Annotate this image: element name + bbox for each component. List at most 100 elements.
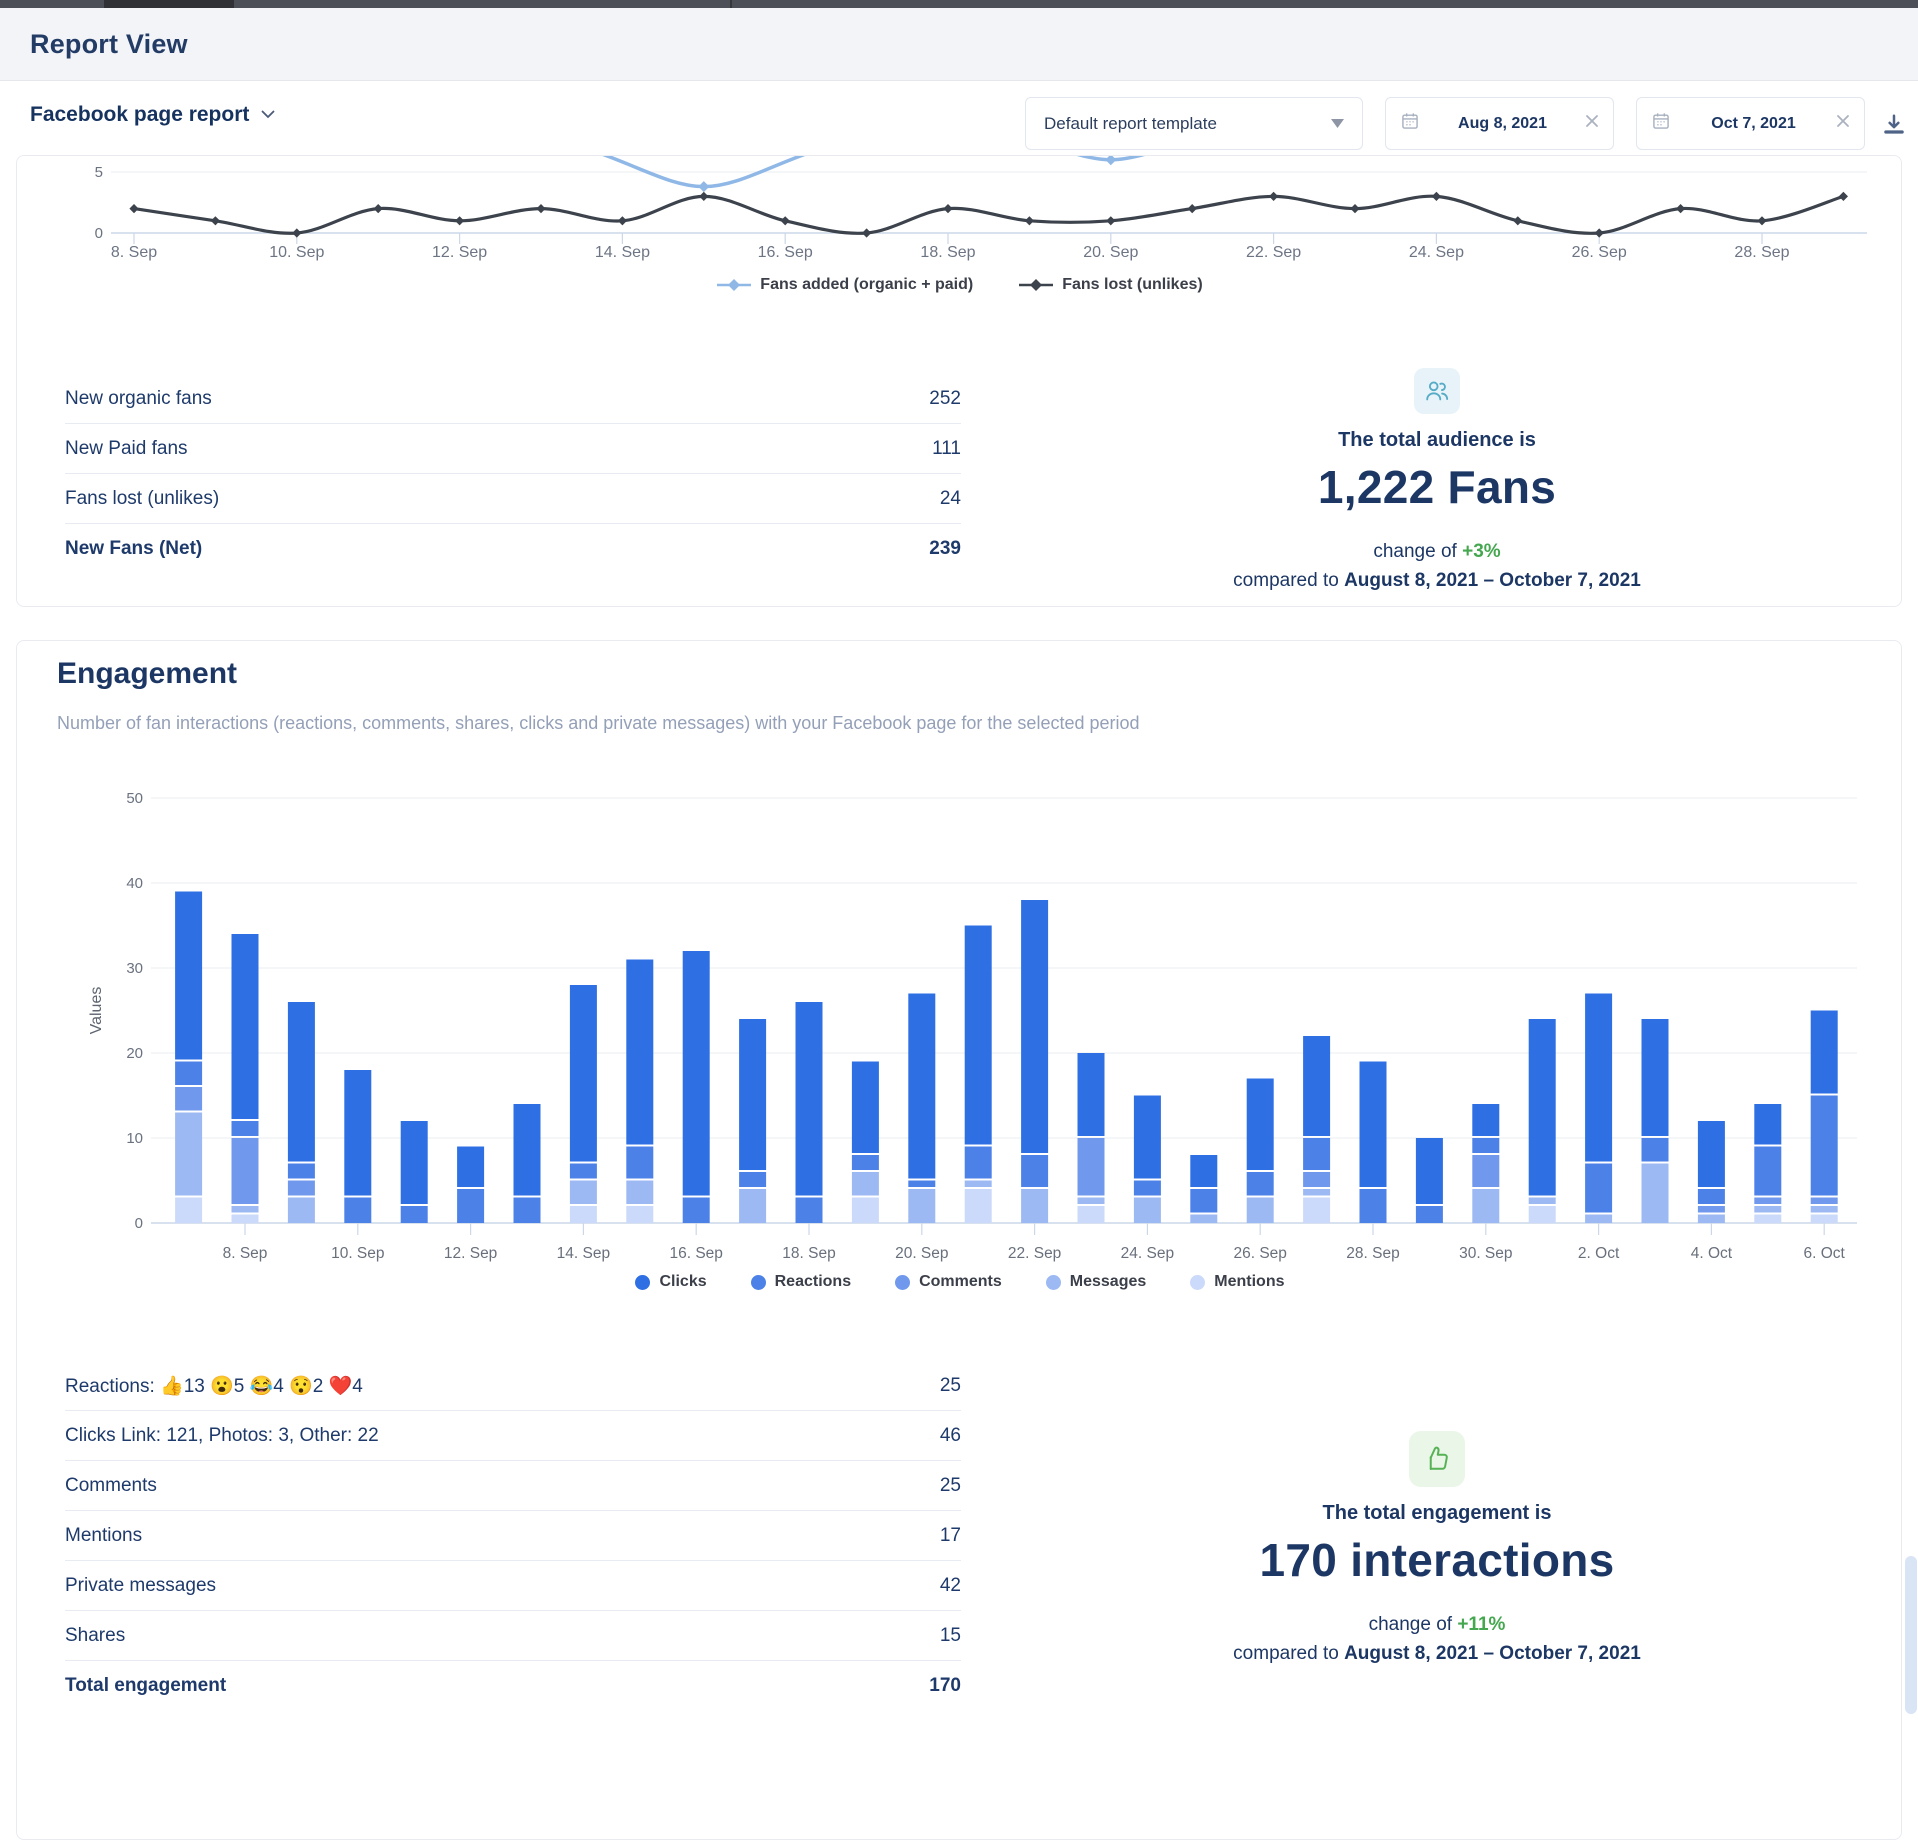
bar-segment-mentions xyxy=(1754,1215,1781,1224)
table-row: Total engagement 170 xyxy=(65,1661,961,1710)
date-to-value: Oct 7, 2021 xyxy=(1711,115,1796,133)
svg-text:0: 0 xyxy=(95,225,103,242)
report-name-dropdown[interactable]: Facebook page report xyxy=(30,103,275,127)
bar-segment-clicks xyxy=(1472,1104,1499,1136)
download-button[interactable] xyxy=(1878,109,1910,141)
bar-segment-messages xyxy=(175,1113,202,1196)
bar-segment-mentions xyxy=(852,1198,879,1224)
chevron-down-icon xyxy=(261,106,275,124)
audience-change: change of +3% xyxy=(1157,541,1717,563)
table-row: Fans lost (unlikes)24 xyxy=(65,474,961,524)
table-row: New Paid fans111 xyxy=(65,424,961,474)
engagement-change-percent: +11% xyxy=(1457,1614,1505,1635)
engagement-summary: The total engagement is 170 interactions… xyxy=(1157,1431,1717,1665)
line-marker-icon xyxy=(717,278,751,292)
engagement-compared: compared to August 8, 2021 – October 7, … xyxy=(1157,1643,1717,1665)
date-to-input[interactable]: Oct 7, 2021 xyxy=(1636,97,1865,150)
data-point-marker xyxy=(129,204,138,213)
svg-text:22. Sep: 22. Sep xyxy=(1008,1245,1061,1262)
row-label: Private messages xyxy=(65,1575,216,1597)
template-select[interactable]: Default report template xyxy=(1025,97,1363,150)
bar-segment-comments xyxy=(175,1087,202,1111)
svg-text:50: 50 xyxy=(126,790,143,807)
bar-segment-messages xyxy=(1134,1198,1161,1224)
legend-item-clicks[interactable]: Clicks xyxy=(635,1273,706,1291)
row-value: 170 xyxy=(929,1675,961,1697)
bar-segment-messages xyxy=(1529,1198,1556,1205)
svg-text:16. Sep: 16. Sep xyxy=(758,244,813,261)
row-label: New Fans (Net) xyxy=(65,538,202,560)
bar-segment-reactions xyxy=(1247,1172,1274,1196)
legend-item-mentions[interactable]: Mentions xyxy=(1190,1273,1284,1291)
bar-segment-comments xyxy=(1303,1172,1330,1187)
svg-text:30. Sep: 30. Sep xyxy=(1459,1245,1512,1262)
bar-segment-reactions xyxy=(1585,1164,1612,1213)
bar-segment-comments xyxy=(1472,1155,1499,1187)
clear-date-icon[interactable] xyxy=(1836,114,1850,133)
row-value: 25 xyxy=(940,1475,961,1497)
legend-item-messages[interactable]: Messages xyxy=(1046,1273,1147,1291)
svg-text:28. Sep: 28. Sep xyxy=(1346,1245,1399,1262)
engagement-card: Engagement Number of fan interactions (r… xyxy=(16,640,1902,1840)
table-row: Clicks Link: 121, Photos: 3, Other: 22 46 xyxy=(65,1411,961,1461)
data-point-marker xyxy=(862,228,871,237)
row-label: Clicks Link: 121, Photos: 3, Other: 22 xyxy=(65,1425,379,1447)
audience-compared-range: August 8, 2021 – October 7, 2021 xyxy=(1344,570,1641,591)
thumbs-up-icon xyxy=(1409,1431,1465,1487)
legend-item-reactions[interactable]: Reactions xyxy=(751,1273,851,1291)
clear-date-icon[interactable] xyxy=(1585,114,1599,133)
svg-text:28. Sep: 28. Sep xyxy=(1734,244,1789,261)
bar-segment-clicks xyxy=(570,985,597,1162)
data-point-marker xyxy=(781,216,790,225)
bar-segment-messages xyxy=(1190,1215,1217,1224)
bar-segment-reactions xyxy=(457,1189,484,1223)
legend-dot-icon xyxy=(1046,1275,1061,1290)
bar-segment-messages xyxy=(288,1198,315,1224)
bar-segment-reactions xyxy=(683,1198,710,1224)
bar-segment-messages xyxy=(626,1181,653,1205)
bar-segment-clicks xyxy=(457,1147,484,1188)
bar-segment-reactions xyxy=(1360,1189,1387,1223)
svg-text:14. Sep: 14. Sep xyxy=(595,244,650,261)
data-point-marker xyxy=(1595,228,1604,237)
bar-segment-reactions xyxy=(232,1121,259,1136)
svg-text:24. Sep: 24. Sep xyxy=(1121,1245,1174,1262)
audience-change-percent: +3% xyxy=(1462,541,1501,562)
bar-segment-mentions xyxy=(1529,1206,1556,1223)
svg-text:14. Sep: 14. Sep xyxy=(557,1245,610,1262)
svg-text:26. Sep: 26. Sep xyxy=(1233,1245,1286,1262)
vertical-scrollbar-thumb[interactable] xyxy=(1905,1556,1917,1714)
data-point-marker xyxy=(455,216,464,225)
svg-text:10: 10 xyxy=(126,1130,143,1147)
svg-text:40: 40 xyxy=(126,875,143,892)
data-point-marker xyxy=(374,204,383,213)
engagement-description: Number of fan interactions (reactions, c… xyxy=(57,713,1140,734)
clipped-browser-bar xyxy=(0,0,1918,8)
svg-text:10. Sep: 10. Sep xyxy=(269,244,324,261)
row-value: 17 xyxy=(940,1525,961,1547)
audience-summary-heading: The total audience is xyxy=(1157,429,1717,452)
row-value: 46 xyxy=(940,1425,961,1447)
date-from-input[interactable]: Aug 8, 2021 xyxy=(1385,97,1614,150)
bar-segment-clicks xyxy=(852,1062,879,1154)
row-value: 239 xyxy=(929,538,961,560)
data-point-marker xyxy=(699,192,708,201)
bar-segment-messages xyxy=(1698,1215,1725,1224)
row-label: Total engagement xyxy=(65,1675,226,1697)
legend-item-fans-lost-unlikes[interactable]: Fans lost (unlikes) xyxy=(1019,276,1202,294)
legend-item-comments[interactable]: Comments xyxy=(895,1273,1002,1291)
bar-segment-comments xyxy=(1754,1198,1781,1205)
legend-item-fans-added-organic-paid[interactable]: Fans added (organic + paid) xyxy=(717,276,973,294)
bar-segment-messages xyxy=(908,1189,935,1223)
bar-segment-reactions xyxy=(175,1062,202,1086)
bar-segment-reactions xyxy=(1811,1096,1838,1196)
bar-segment-clicks xyxy=(1416,1138,1443,1204)
clipped-tab-text xyxy=(104,0,234,8)
legend-label: Fans lost (unlikes) xyxy=(1062,276,1202,294)
svg-text:30: 30 xyxy=(126,960,143,977)
data-point-marker xyxy=(1188,204,1197,213)
bar-segment-reactions xyxy=(1021,1155,1048,1187)
bar-segment-messages xyxy=(965,1181,992,1188)
bar-segment-clicks xyxy=(1021,900,1048,1153)
audience-people-icon xyxy=(1414,368,1460,414)
